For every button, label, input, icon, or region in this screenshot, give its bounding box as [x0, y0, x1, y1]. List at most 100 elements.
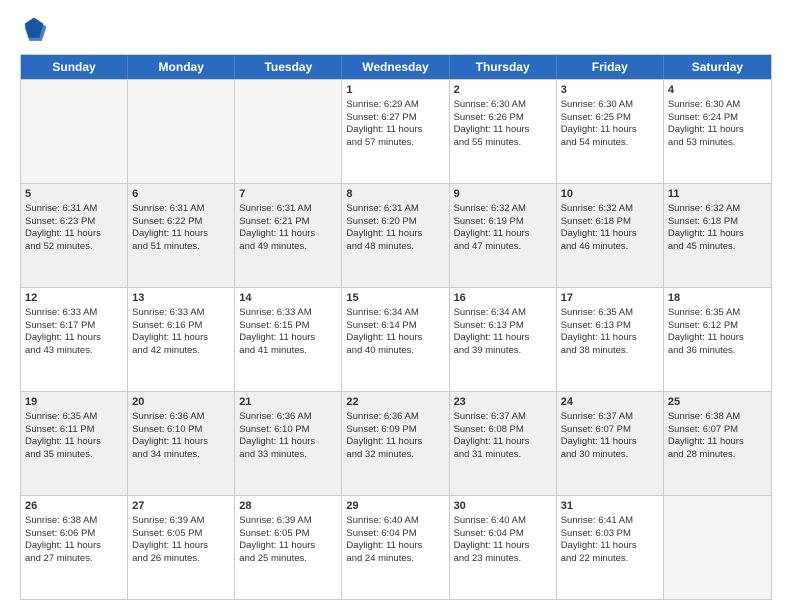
day-number: 3: [561, 83, 659, 98]
calendar-row: 19Sunrise: 6:35 AM Sunset: 6:11 PM Dayli…: [21, 391, 771, 495]
day-number: 18: [668, 291, 767, 306]
calendar-cell: 5Sunrise: 6:31 AM Sunset: 6:23 PM Daylig…: [21, 184, 128, 287]
calendar-cell: 23Sunrise: 6:37 AM Sunset: 6:08 PM Dayli…: [450, 392, 557, 495]
calendar-cell: 28Sunrise: 6:39 AM Sunset: 6:05 PM Dayli…: [235, 496, 342, 599]
weekday-header: Thursday: [450, 55, 557, 79]
calendar-cell: 1Sunrise: 6:29 AM Sunset: 6:27 PM Daylig…: [342, 80, 449, 183]
calendar-cell: 31Sunrise: 6:41 AM Sunset: 6:03 PM Dayli…: [557, 496, 664, 599]
day-number: 28: [239, 499, 337, 514]
calendar-row: 5Sunrise: 6:31 AM Sunset: 6:23 PM Daylig…: [21, 183, 771, 287]
day-info: Sunrise: 6:30 AM Sunset: 6:24 PM Dayligh…: [668, 99, 744, 148]
calendar-cell: 30Sunrise: 6:40 AM Sunset: 6:04 PM Dayli…: [450, 496, 557, 599]
day-info: Sunrise: 6:36 AM Sunset: 6:10 PM Dayligh…: [239, 411, 315, 460]
calendar-row: 12Sunrise: 6:33 AM Sunset: 6:17 PM Dayli…: [21, 287, 771, 391]
calendar-body: 1Sunrise: 6:29 AM Sunset: 6:27 PM Daylig…: [21, 79, 771, 599]
calendar-cell: 11Sunrise: 6:32 AM Sunset: 6:18 PM Dayli…: [664, 184, 771, 287]
day-info: Sunrise: 6:34 AM Sunset: 6:14 PM Dayligh…: [346, 307, 422, 356]
day-info: Sunrise: 6:38 AM Sunset: 6:07 PM Dayligh…: [668, 411, 744, 460]
calendar-cell: 19Sunrise: 6:35 AM Sunset: 6:11 PM Dayli…: [21, 392, 128, 495]
day-info: Sunrise: 6:35 AM Sunset: 6:12 PM Dayligh…: [668, 307, 744, 356]
day-number: 29: [346, 499, 444, 514]
weekday-header: Sunday: [21, 55, 128, 79]
calendar-cell: 3Sunrise: 6:30 AM Sunset: 6:25 PM Daylig…: [557, 80, 664, 183]
day-number: 11: [668, 187, 767, 202]
day-info: Sunrise: 6:33 AM Sunset: 6:16 PM Dayligh…: [132, 307, 208, 356]
calendar-cell: 24Sunrise: 6:37 AM Sunset: 6:07 PM Dayli…: [557, 392, 664, 495]
day-number: 8: [346, 187, 444, 202]
weekday-header: Wednesday: [342, 55, 449, 79]
calendar-cell: [128, 80, 235, 183]
day-info: Sunrise: 6:41 AM Sunset: 6:03 PM Dayligh…: [561, 515, 637, 564]
day-number: 7: [239, 187, 337, 202]
weekday-header: Friday: [557, 55, 664, 79]
logo-icon: [20, 16, 48, 44]
day-info: Sunrise: 6:31 AM Sunset: 6:20 PM Dayligh…: [346, 203, 422, 252]
day-number: 20: [132, 395, 230, 410]
day-info: Sunrise: 6:32 AM Sunset: 6:18 PM Dayligh…: [561, 203, 637, 252]
day-info: Sunrise: 6:36 AM Sunset: 6:10 PM Dayligh…: [132, 411, 208, 460]
calendar: SundayMondayTuesdayWednesdayThursdayFrid…: [20, 54, 772, 600]
calendar-cell: 27Sunrise: 6:39 AM Sunset: 6:05 PM Dayli…: [128, 496, 235, 599]
calendar-cell: 15Sunrise: 6:34 AM Sunset: 6:14 PM Dayli…: [342, 288, 449, 391]
calendar-cell: 6Sunrise: 6:31 AM Sunset: 6:22 PM Daylig…: [128, 184, 235, 287]
page: SundayMondayTuesdayWednesdayThursdayFrid…: [0, 0, 792, 612]
day-info: Sunrise: 6:32 AM Sunset: 6:18 PM Dayligh…: [668, 203, 744, 252]
header: [20, 16, 772, 44]
calendar-cell: 9Sunrise: 6:32 AM Sunset: 6:19 PM Daylig…: [450, 184, 557, 287]
day-info: Sunrise: 6:33 AM Sunset: 6:17 PM Dayligh…: [25, 307, 101, 356]
day-info: Sunrise: 6:37 AM Sunset: 6:07 PM Dayligh…: [561, 411, 637, 460]
day-number: 15: [346, 291, 444, 306]
day-number: 27: [132, 499, 230, 514]
day-info: Sunrise: 6:31 AM Sunset: 6:23 PM Dayligh…: [25, 203, 101, 252]
weekday-header: Saturday: [664, 55, 771, 79]
day-info: Sunrise: 6:37 AM Sunset: 6:08 PM Dayligh…: [454, 411, 530, 460]
day-info: Sunrise: 6:30 AM Sunset: 6:26 PM Dayligh…: [454, 99, 530, 148]
day-info: Sunrise: 6:35 AM Sunset: 6:11 PM Dayligh…: [25, 411, 101, 460]
day-number: 1: [346, 83, 444, 98]
day-number: 10: [561, 187, 659, 202]
day-info: Sunrise: 6:36 AM Sunset: 6:09 PM Dayligh…: [346, 411, 422, 460]
day-number: 25: [668, 395, 767, 410]
day-number: 13: [132, 291, 230, 306]
weekday-header: Monday: [128, 55, 235, 79]
day-info: Sunrise: 6:34 AM Sunset: 6:13 PM Dayligh…: [454, 307, 530, 356]
day-number: 14: [239, 291, 337, 306]
calendar-cell: 25Sunrise: 6:38 AM Sunset: 6:07 PM Dayli…: [664, 392, 771, 495]
day-info: Sunrise: 6:32 AM Sunset: 6:19 PM Dayligh…: [454, 203, 530, 252]
calendar-cell: 12Sunrise: 6:33 AM Sunset: 6:17 PM Dayli…: [21, 288, 128, 391]
calendar-cell: 10Sunrise: 6:32 AM Sunset: 6:18 PM Dayli…: [557, 184, 664, 287]
day-number: 17: [561, 291, 659, 306]
day-info: Sunrise: 6:33 AM Sunset: 6:15 PM Dayligh…: [239, 307, 315, 356]
calendar-cell: 17Sunrise: 6:35 AM Sunset: 6:13 PM Dayli…: [557, 288, 664, 391]
calendar-cell: 21Sunrise: 6:36 AM Sunset: 6:10 PM Dayli…: [235, 392, 342, 495]
calendar-cell: 7Sunrise: 6:31 AM Sunset: 6:21 PM Daylig…: [235, 184, 342, 287]
day-info: Sunrise: 6:31 AM Sunset: 6:21 PM Dayligh…: [239, 203, 315, 252]
day-number: 9: [454, 187, 552, 202]
calendar-cell: 18Sunrise: 6:35 AM Sunset: 6:12 PM Dayli…: [664, 288, 771, 391]
day-number: 30: [454, 499, 552, 514]
logo: [20, 16, 52, 44]
day-info: Sunrise: 6:40 AM Sunset: 6:04 PM Dayligh…: [346, 515, 422, 564]
day-info: Sunrise: 6:31 AM Sunset: 6:22 PM Dayligh…: [132, 203, 208, 252]
calendar-cell: [664, 496, 771, 599]
calendar-cell: 8Sunrise: 6:31 AM Sunset: 6:20 PM Daylig…: [342, 184, 449, 287]
day-number: 4: [668, 83, 767, 98]
calendar-cell: [235, 80, 342, 183]
calendar-row: 26Sunrise: 6:38 AM Sunset: 6:06 PM Dayli…: [21, 495, 771, 599]
day-info: Sunrise: 6:30 AM Sunset: 6:25 PM Dayligh…: [561, 99, 637, 148]
day-info: Sunrise: 6:35 AM Sunset: 6:13 PM Dayligh…: [561, 307, 637, 356]
day-number: 16: [454, 291, 552, 306]
calendar-cell: 16Sunrise: 6:34 AM Sunset: 6:13 PM Dayli…: [450, 288, 557, 391]
calendar-cell: 29Sunrise: 6:40 AM Sunset: 6:04 PM Dayli…: [342, 496, 449, 599]
day-number: 23: [454, 395, 552, 410]
calendar-cell: 22Sunrise: 6:36 AM Sunset: 6:09 PM Dayli…: [342, 392, 449, 495]
day-info: Sunrise: 6:39 AM Sunset: 6:05 PM Dayligh…: [239, 515, 315, 564]
calendar-cell: 4Sunrise: 6:30 AM Sunset: 6:24 PM Daylig…: [664, 80, 771, 183]
day-info: Sunrise: 6:40 AM Sunset: 6:04 PM Dayligh…: [454, 515, 530, 564]
calendar-cell: 14Sunrise: 6:33 AM Sunset: 6:15 PM Dayli…: [235, 288, 342, 391]
day-number: 22: [346, 395, 444, 410]
weekday-header: Tuesday: [235, 55, 342, 79]
day-number: 21: [239, 395, 337, 410]
day-number: 2: [454, 83, 552, 98]
calendar-cell: 2Sunrise: 6:30 AM Sunset: 6:26 PM Daylig…: [450, 80, 557, 183]
